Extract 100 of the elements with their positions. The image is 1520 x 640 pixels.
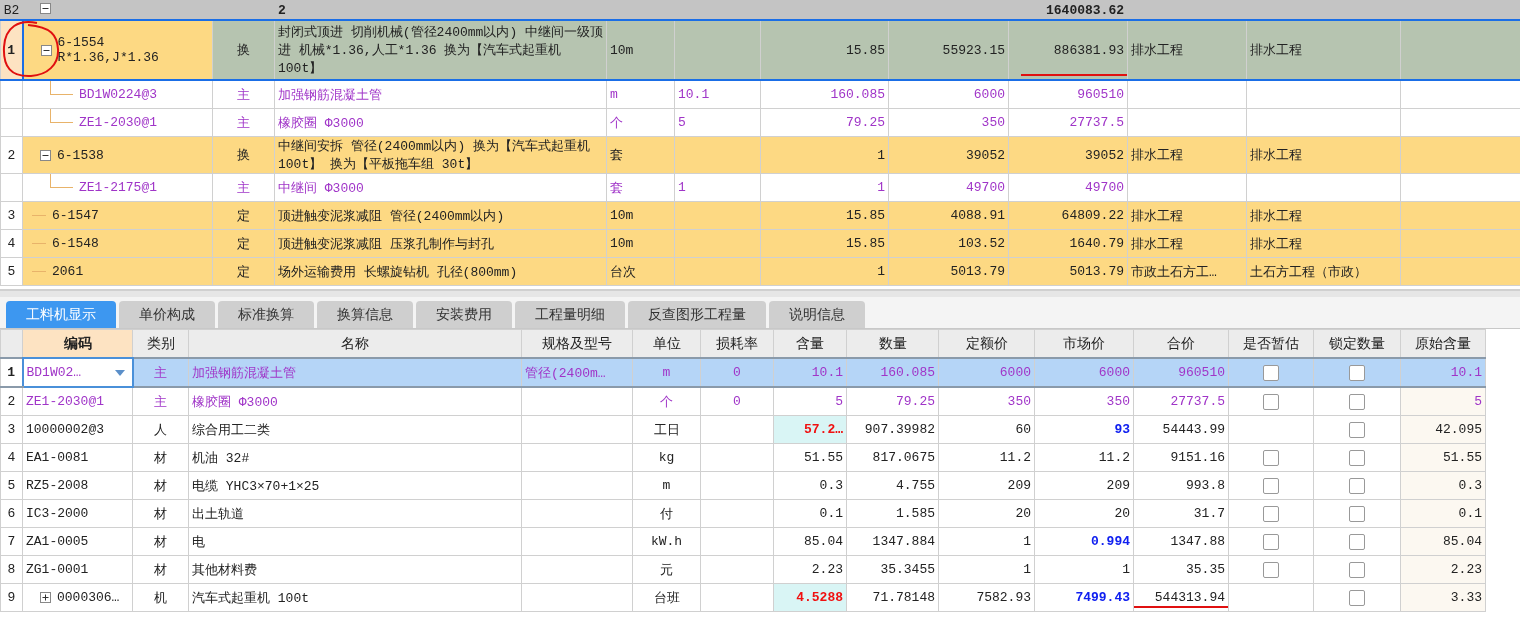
- expand-toggle[interactable]: [40, 592, 51, 603]
- quota-price: 11.2: [999, 450, 1031, 465]
- resource-total: 960510: [1178, 365, 1225, 380]
- group-total: 1640083.62: [1046, 2, 1124, 18]
- resource-type: 材: [154, 450, 167, 466]
- item-name: 中继间安拆 管径(2400mm以内) 换为【汽车式起重机 100t】 换为【平板拖车组 30t】: [278, 139, 590, 172]
- tab[interactable]: 换算信息: [317, 301, 413, 328]
- market-price: 0.994: [1091, 534, 1130, 549]
- item-unit-price: 103.52: [958, 236, 1005, 251]
- tab[interactable]: 说明信息: [769, 301, 865, 328]
- resource-total: 27737.5: [1069, 115, 1124, 130]
- resource-content: 4.5288: [796, 590, 843, 605]
- resource-content: 0.1: [819, 506, 843, 521]
- checkbox[interactable]: [1263, 393, 1279, 410]
- tree-connector: [50, 109, 73, 123]
- item-unit: 套: [610, 148, 623, 163]
- resource-type: 材: [154, 506, 167, 522]
- dropdown-icon[interactable]: [114, 369, 125, 376]
- collapse-toggle[interactable]: [40, 2, 51, 14]
- resource-quantity: 79.25: [846, 115, 885, 130]
- checkbox[interactable]: [1349, 505, 1365, 522]
- checkbox[interactable]: [1263, 477, 1279, 494]
- resource-name: 机油 32#: [192, 450, 250, 466]
- quota-price: 60: [1015, 422, 1031, 437]
- item-category: 排水工程: [1131, 208, 1183, 224]
- resource-unit: m: [662, 365, 671, 380]
- resource-quantity: 1347.884: [872, 534, 935, 549]
- row-number: 7: [7, 534, 16, 549]
- checkbox[interactable]: [1349, 421, 1365, 438]
- market-price: 7499.43: [1075, 590, 1130, 605]
- checkbox[interactable]: [1263, 505, 1279, 522]
- checkbox[interactable]: [1349, 533, 1365, 550]
- checkbox[interactable]: [1263, 533, 1279, 550]
- resource-total: 1347.88: [1170, 534, 1225, 549]
- resource-unit: 套: [610, 180, 623, 196]
- resource-quantity: 71.78148: [872, 590, 935, 605]
- resource-unit: m: [662, 478, 671, 493]
- resource-name: 电: [192, 534, 205, 550]
- tab[interactable]: 工程量明细: [515, 301, 625, 328]
- resource-name: 综合用工二类: [192, 422, 270, 438]
- row-label: B2: [3, 2, 20, 18]
- item-total: 886381.93: [1053, 42, 1124, 58]
- item-unit-price: 4088.91: [950, 208, 1005, 223]
- item-category: 排水工程: [1131, 43, 1183, 58]
- collapse-toggle[interactable]: [40, 149, 51, 161]
- original-content: 2.23: [1450, 562, 1482, 577]
- original-content: 42.095: [1435, 422, 1482, 437]
- tab[interactable]: 安装费用: [416, 301, 512, 328]
- item-name: 封闭式顶进 切削机械(管径2400mm以内) 中继间一级顶进 机械*1.36,人工*1.36 换为【汽车式起重机 100t】: [278, 25, 603, 76]
- resource-type: 材: [154, 534, 167, 550]
- resource-code: IC3-2000: [26, 506, 90, 521]
- tab[interactable]: 反查图形工程量: [628, 301, 766, 328]
- group-code: 2: [278, 2, 286, 18]
- collapse-toggle[interactable]: [40, 44, 52, 56]
- row-number: 1: [7, 42, 16, 58]
- resource-total: 27737.5: [1170, 394, 1225, 409]
- quota-price: 7582.93: [976, 590, 1031, 605]
- tab[interactable]: 单价构成: [119, 301, 215, 328]
- original-content: 5: [1474, 394, 1482, 409]
- checkbox[interactable]: [1263, 364, 1279, 381]
- checkbox[interactable]: [1349, 364, 1365, 381]
- resource-content: 57.2…: [804, 422, 843, 437]
- row-number: 1: [7, 365, 16, 380]
- checkbox[interactable]: [1263, 449, 1279, 466]
- resource-quantity: 4.755: [896, 478, 935, 493]
- original-content: 0.3: [1458, 478, 1482, 493]
- checkbox[interactable]: [1263, 561, 1279, 578]
- column-header: 市场价: [1063, 334, 1105, 351]
- item-name: 顶进触变泥浆减阻 压浆孔制作与封孔: [278, 236, 494, 252]
- resource-content: 5: [835, 394, 843, 409]
- checkbox[interactable]: [1349, 477, 1365, 494]
- resource-total: 49700: [1085, 180, 1124, 195]
- market-price: 6000: [1098, 365, 1130, 380]
- item-type: 换: [237, 148, 250, 163]
- resource-name: 出土轨道: [192, 506, 244, 522]
- column-header: 编码: [63, 334, 92, 351]
- column-header: 含量: [796, 334, 824, 351]
- item-total: 1640.79: [1069, 236, 1124, 251]
- market-price: 209: [1106, 478, 1130, 493]
- resource-code: BD1W0224@3: [79, 87, 157, 102]
- resource-name: 橡胶圈 Φ3000: [278, 115, 364, 131]
- resource-total: 54443.99: [1162, 422, 1225, 437]
- checkbox[interactable]: [1349, 449, 1365, 466]
- resource-unit-price: 49700: [966, 180, 1005, 195]
- original-content: 85.04: [1443, 534, 1482, 549]
- column-header: 规格及型号: [542, 334, 612, 351]
- resource-name: 橡胶圈 Φ3000: [192, 394, 278, 410]
- checkbox[interactable]: [1349, 561, 1365, 578]
- resource-code: 10000002@3: [26, 422, 105, 437]
- item-quantity: 15.85: [846, 208, 885, 223]
- checkbox[interactable]: [1349, 393, 1365, 410]
- checkbox[interactable]: [1349, 589, 1365, 606]
- item-category: 排水工程: [1250, 208, 1302, 224]
- column-header: 锁定数量: [1329, 334, 1385, 351]
- tree-connector: [50, 81, 73, 95]
- resource-unit: kg: [658, 450, 675, 465]
- item-type: 定: [237, 236, 250, 252]
- tab[interactable]: 标准换算: [218, 301, 314, 328]
- quota-price: 1: [1023, 562, 1031, 577]
- resource-code: 0000306…: [57, 590, 121, 605]
